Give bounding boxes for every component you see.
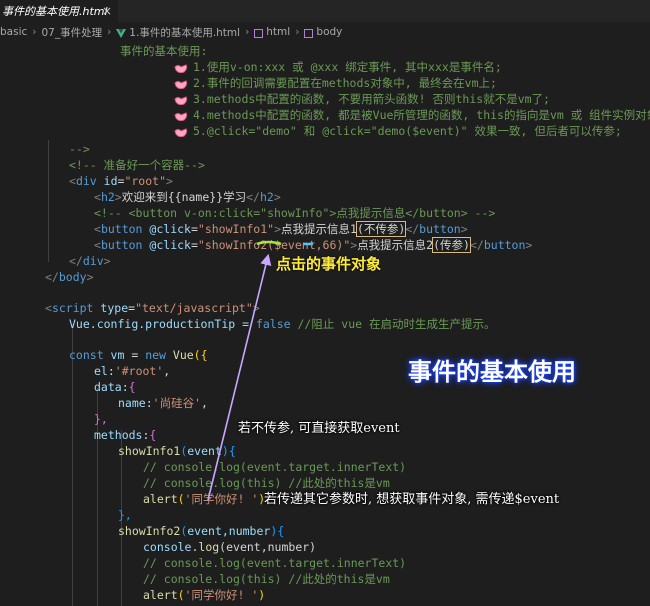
- breadcrumb-body[interactable]: body: [316, 26, 342, 38]
- code-note-3: 3.methods中配置的函数, 不要用箭头函数! 否则this就不是vm了;: [193, 92, 550, 106]
- code-note-2: 2.事件的回调需要配置在methods对象中, 最终会在vm上;: [193, 76, 497, 90]
- code-line-showinfo1: showInfo1(event){: [118, 444, 236, 458]
- vue-file-icon: [116, 28, 127, 38]
- code-line-config: Vue.config.productionTip = false //阻止 vu…: [69, 317, 496, 331]
- indent-guide: [72, 324, 73, 606]
- code-line-script-open: <script type="text/javascript">: [45, 301, 260, 315]
- close-icon[interactable]: ×: [100, 4, 114, 18]
- code-comment-s2-2: // console.log(this) //此处的this是vm: [143, 572, 390, 586]
- code-comment-end: -->: [69, 142, 90, 156]
- code-line-div-close: </div>: [69, 254, 111, 268]
- tab-bar: 事件的基本使用.html ×: [0, 0, 650, 22]
- code-line-body-close: </body>: [45, 270, 94, 284]
- chevron-right-icon: ›: [32, 26, 37, 38]
- code-line-alert2: alert('同学你好! '): [143, 588, 266, 602]
- element-icon: [254, 28, 264, 38]
- breadcrumb-folder-basic[interactable]: basic: [0, 26, 27, 38]
- editor-tab[interactable]: 事件的基本使用.html ×: [0, 0, 118, 22]
- breadcrumb-folder-events[interactable]: 07_事件处理: [41, 25, 102, 40]
- code-button-comment: <!-- <button v-on:click="showInfo">点我提示信…: [94, 206, 496, 220]
- code-comment-s1-1: // console.log(event.target.innerText): [143, 460, 407, 474]
- code-comment-title: 事件的基本使用:: [120, 44, 208, 58]
- chevron-right-icon: ›: [295, 26, 300, 38]
- pointing-hand-icon: [174, 96, 188, 106]
- indent-guide: [48, 140, 49, 262]
- annotation-with-param: 若传递其它参数时, 想获取事件对象, 需传递$event: [264, 492, 560, 507]
- tab-title: 事件的基本使用.html: [2, 5, 108, 18]
- event-argument: $event: [274, 238, 316, 252]
- code-line-data: data:{: [94, 380, 136, 394]
- pointing-hand-icon: [174, 80, 188, 90]
- code-line-const: const vm = new Vue({: [69, 348, 208, 362]
- code-comment-s2-1: // console.log(event.target.innerText): [143, 556, 407, 570]
- annotation-no-param: 若不传参, 可直接获取event: [238, 421, 400, 436]
- pointing-hand-icon: [174, 128, 188, 138]
- annotation-title: 事件的基本使用: [408, 358, 576, 386]
- code-line-name: name:'尚硅谷',: [118, 396, 208, 410]
- annotation-event-object: 点击的事件对象: [276, 255, 382, 273]
- code-editor[interactable]: 事件的基本使用: 1.使用v-on:xxx 或 @xxx 绑定事件, 其中xxx…: [0, 42, 650, 606]
- element-icon: [304, 28, 314, 38]
- code-line-h2: <h2>欢迎来到{{name}}学习</h2>: [94, 190, 281, 204]
- chevron-right-icon: ›: [107, 26, 112, 38]
- code-container-comment: <!-- 准备好一个容器-->: [69, 158, 205, 172]
- code-line-alert1: alert('同学你好! '): [143, 492, 266, 506]
- code-line-button2: <button @click="showInfo2($event,66)">点我…: [94, 237, 533, 253]
- code-line-methods: methods:{: [94, 428, 157, 442]
- code-line-el: el:'#root',: [94, 364, 171, 378]
- code-line-data-close: },: [94, 412, 108, 426]
- pointing-hand-icon: [174, 112, 188, 122]
- code-note-5: 5.@click="demo" 和 @click="demo($event)" …: [193, 124, 622, 138]
- code-line-showinfo2: showInfo2(event,number){: [118, 524, 285, 538]
- code-line-log: console.log(event,number): [143, 540, 317, 554]
- chevron-right-icon: ›: [245, 26, 250, 38]
- breadcrumb-html[interactable]: html: [266, 26, 290, 38]
- code-note-1: 1.使用v-on:xxx 或 @xxx 绑定事件, 其中xxx是事件名;: [193, 60, 502, 74]
- breadcrumb-file[interactable]: 1.事件的基本使用.html: [129, 25, 240, 40]
- code-line-s1-close: },: [118, 508, 132, 522]
- code-note-4: 4.methods中配置的函数, 都是被Vue所管理的函数, this的指向是v…: [193, 108, 650, 122]
- code-line-button1: <button @click="showInfo1">点我提示信息1(不传参)<…: [94, 221, 468, 237]
- breadcrumb: basic › 07_事件处理 › 1.事件的基本使用.html › html …: [0, 22, 650, 42]
- code-line-div-open: <div id="root">: [69, 174, 173, 188]
- pointing-hand-icon: [174, 64, 188, 74]
